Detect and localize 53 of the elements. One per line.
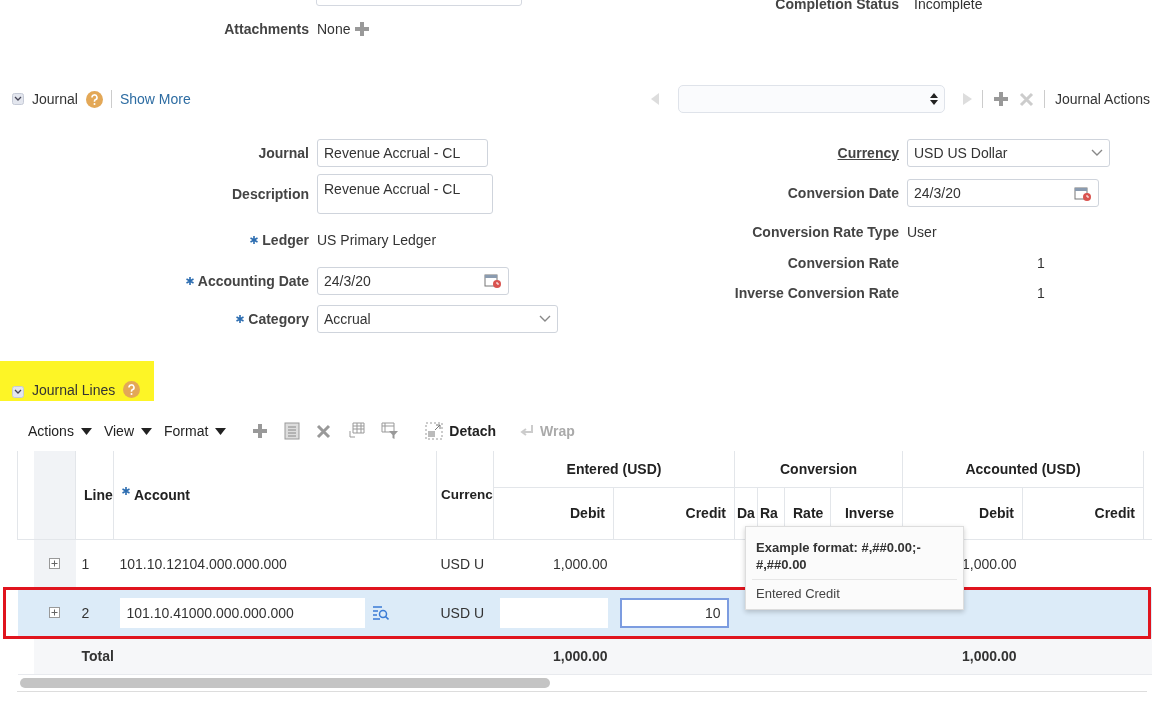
field-label: Inverse Conversion Rate xyxy=(734,285,899,301)
amount-field[interactable]: 10 xyxy=(619,597,729,628)
tooltip-title: Example format: #,##0.00;-#,##0.00 xyxy=(755,539,922,574)
table-cell: 1,000.00 xyxy=(553,555,608,572)
tooltip-text: Entered Credit xyxy=(752,579,957,609)
select-field[interactable]: USD US Dollar xyxy=(907,139,1110,167)
field-label: Conversion Rate xyxy=(787,255,899,271)
field-label: Ledger xyxy=(262,232,309,248)
field-label: Category xyxy=(248,311,309,327)
show-more-link[interactable]: Show More xyxy=(119,91,191,107)
table-cell: 1 xyxy=(81,555,90,572)
text-area[interactable]: Revenue Accrual - CL xyxy=(317,174,493,214)
date-field[interactable]: 24/3/20 xyxy=(907,179,1099,207)
column-header: Credit xyxy=(1022,487,1144,539)
table-cell: 101.10.12104.000.000.000 xyxy=(119,555,287,572)
field-label: Attachments xyxy=(223,21,309,37)
field-value: User xyxy=(907,224,937,240)
column-header: Currenc xyxy=(436,451,494,539)
field-value: 1 xyxy=(1036,255,1045,271)
column-header: Debit xyxy=(493,487,614,539)
column-group-header: Entered (USD) xyxy=(493,451,735,487)
column-group-header: Conversion xyxy=(734,451,903,487)
field-value: 1 xyxy=(1036,285,1045,301)
menu-button[interactable]: View xyxy=(103,423,152,439)
field-label: Description xyxy=(232,186,309,202)
field-label: Accounting Date xyxy=(197,272,309,289)
section-title: Journal xyxy=(32,91,78,107)
table-cell: USD U xyxy=(440,555,485,572)
total-value: 1,000.00 xyxy=(962,647,1017,664)
detach-button[interactable]: Detach xyxy=(425,422,497,440)
table-cell: 2 xyxy=(81,604,90,621)
column-header: Line xyxy=(75,451,114,539)
column-header: Account xyxy=(134,486,190,503)
field-label: Conversion Date xyxy=(787,185,899,201)
section-title: Journal Lines xyxy=(32,382,116,398)
menu-button[interactable]: Format xyxy=(164,423,227,439)
total-value: 1,000.00 xyxy=(553,647,608,664)
table-cell: 1,000.00 xyxy=(962,555,1017,572)
column-header: Credit xyxy=(613,487,735,539)
text-field[interactable]: Revenue Accrual - CL xyxy=(317,138,488,167)
select-field[interactable]: Accrual xyxy=(317,305,558,333)
account-field[interactable]: 101.10.41000.000.000.000 xyxy=(119,597,365,628)
column-group-header: Accounted (USD) xyxy=(902,451,1144,487)
table-cell: USD U xyxy=(440,604,485,621)
field-value: US Primary Ledger xyxy=(317,232,437,248)
field-label: Conversion Rate Type xyxy=(752,224,899,240)
field-value: None xyxy=(317,21,351,37)
field-link[interactable]: Currency xyxy=(837,145,899,161)
journal-actions-menu[interactable]: Journal Actions xyxy=(1055,91,1150,107)
total-label: Total xyxy=(81,647,114,664)
date-field[interactable]: 24/3/20 xyxy=(317,266,509,295)
menu-button[interactable]: Actions xyxy=(28,423,92,439)
field-label: Journal xyxy=(258,144,309,161)
